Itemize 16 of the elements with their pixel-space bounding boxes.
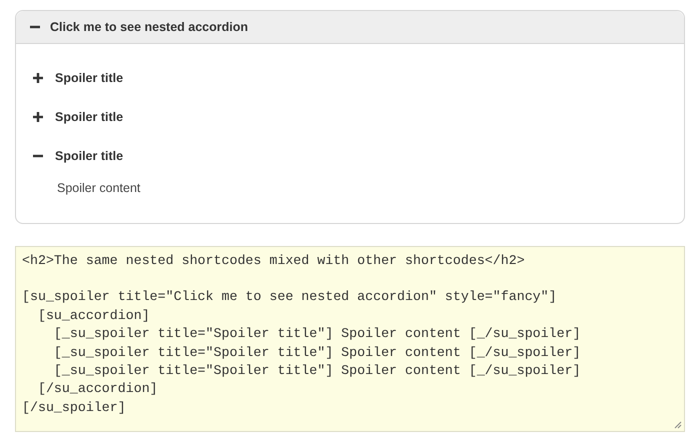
code-line: [/su_spoiler]: [22, 398, 127, 417]
code-line: [su_spoiler title="Click me to see nested accordion" style="fancy"]: [22, 288, 558, 306]
accordion-item-header[interactable]: Spoiler title: [33, 58, 124, 97]
resize-grip-icon[interactable]: [674, 421, 682, 429]
code-line: <h2>The same nested shortcodes mixed with other shortcodes</h2>: [22, 252, 526, 270]
spoiler-header[interactable]: Click me to see nested accordion: [16, 11, 684, 44]
code-line: [_su_spoiler title="Spoiler title"] Spoiler content [_/su_spoiler]: [52, 325, 582, 344]
code-line: [_su_spoiler title="Spoiler title"] Spoiler content [_/su_spoiler]: [52, 344, 582, 362]
code-line: [_su_spoiler title="Spoiler title"] Spoiler content [_/su_spoiler]: [52, 362, 582, 380]
accordion-item-header[interactable]: Spoiler title: [33, 136, 124, 175]
plus-icon: [33, 112, 43, 122]
accordion-item-header[interactable]: Spoiler title: [33, 97, 124, 136]
code-line: [/su_accordion]: [36, 380, 159, 398]
code-line: [su_accordion]: [36, 306, 151, 325]
accordion-content: Spoiler content: [56, 180, 142, 197]
plus-icon: [33, 72, 43, 82]
